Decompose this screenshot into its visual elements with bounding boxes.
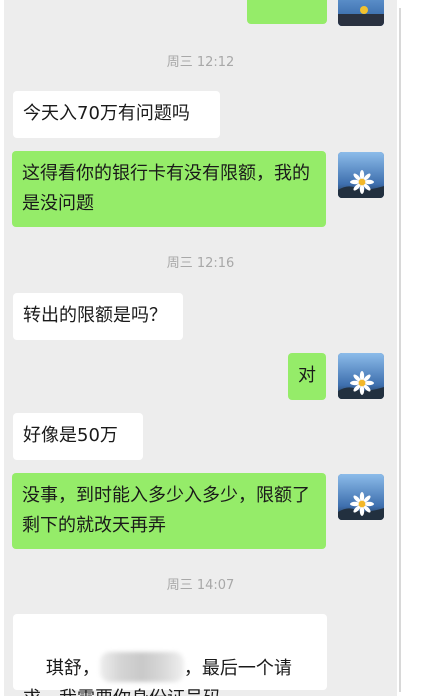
- chat-conversation: 周三 12:12 今天入70万有问题吗 这得看你的银行卡有没有限额，我的是没问题…: [4, 0, 397, 696]
- self-avatar[interactable]: [338, 474, 384, 520]
- contact-avatar[interactable]: [338, 0, 384, 26]
- daisy-avatar-icon: [338, 152, 384, 198]
- daisy-avatar-icon: [338, 474, 384, 520]
- self-avatar[interactable]: [338, 353, 384, 399]
- redacted-name: [99, 652, 184, 682]
- daisy-avatar-icon: [338, 0, 384, 26]
- timestamp: 周三 14:07: [166, 578, 235, 593]
- message-bubble-incoming[interactable]: 好像是50万: [13, 413, 143, 460]
- message-bubble-incoming[interactable]: 转出的限额是吗？: [13, 293, 183, 340]
- message-bubble-outgoing[interactable]: 没事，到时能入多少入多少，限额了剩下的就改天再弄: [12, 473, 326, 549]
- daisy-avatar-icon: [338, 353, 384, 399]
- scrollbar[interactable]: [399, 8, 401, 692]
- message-bubble-outgoing[interactable]: 对: [288, 353, 326, 400]
- timestamp: 周三 12:12: [166, 55, 235, 70]
- self-avatar[interactable]: [338, 152, 384, 198]
- message-bubble-outgoing[interactable]: 这得看你的银行卡有没有限额，我的是没问题: [12, 151, 326, 227]
- message-text-prefix: 琪舒，: [45, 658, 100, 679]
- message-bubble-incoming[interactable]: 琪舒，，最后一个请求，我需要你身份证号码: [13, 614, 327, 696]
- message-bubble-incoming[interactable]: 今天入70万有问题吗: [13, 91, 220, 138]
- message-bubble-outgoing-partial[interactable]: [247, 0, 327, 24]
- timestamp: 周三 12:16: [166, 256, 235, 271]
